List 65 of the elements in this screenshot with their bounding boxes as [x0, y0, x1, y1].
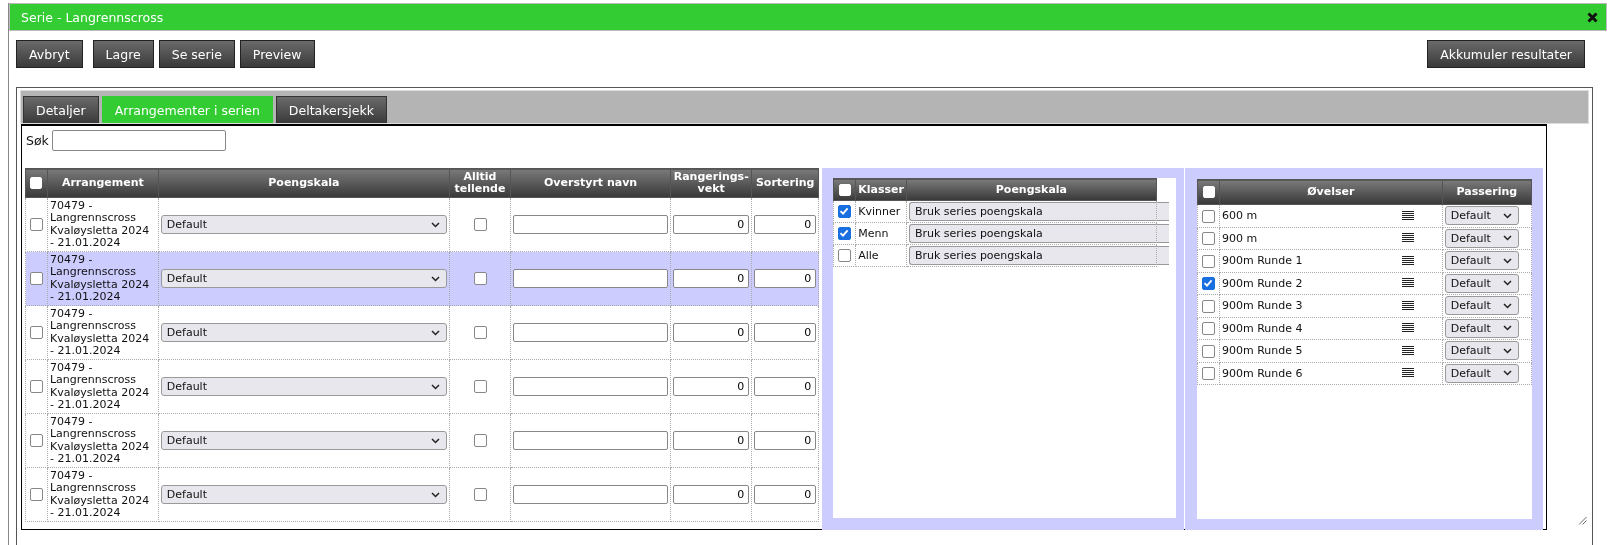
column-header: Arrangement — [47, 168, 159, 198]
table-cell: 900m Runde 2 — [1222, 276, 1303, 290]
number-field[interactable]: 0 — [754, 323, 817, 342]
dropdown[interactable]: Default — [160, 215, 448, 234]
column-header: Overstyrt navn — [510, 168, 671, 198]
column-header: Øvelser — [1219, 179, 1443, 205]
table-cell: 70479 - Langrennscross Kvaløysletta 2024 - 21.01.2024 — [47, 305, 159, 360]
dropdown[interactable]: Bruk series poengskala — [908, 224, 1169, 243]
column-header: Rangerings-vekt — [670, 168, 752, 198]
toolbar-button[interactable]: Preview — [239, 40, 315, 68]
dropdown[interactable]: Default — [1444, 273, 1519, 293]
number-field[interactable]: 0 — [673, 215, 750, 234]
table-cell: 900m Runde 3 — [1222, 299, 1303, 313]
column-header: Klasser — [855, 178, 907, 201]
column-header: Alltid tellende — [449, 168, 511, 198]
number-field[interactable]: 0 — [673, 431, 750, 450]
dropdown[interactable]: Default — [1444, 363, 1519, 383]
table-cell: 900m Runde 1 — [1222, 254, 1303, 268]
table-cell: Alle — [855, 244, 907, 267]
dropdown[interactable]: Default — [160, 431, 448, 450]
table-cell: 70479 - Langrennscross Kvaløysletta 2024 - 21.01.2024 — [47, 197, 159, 252]
dropdown[interactable]: Default — [1444, 296, 1519, 316]
number-field[interactable]: 0 — [754, 377, 817, 396]
window-title: Serie - Langrennscross — [21, 9, 164, 25]
table-cell: 900 m — [1222, 231, 1258, 245]
number-field[interactable]: 0 — [673, 323, 750, 342]
table-cell: Menn — [855, 222, 907, 245]
column-header: Poengskala — [906, 178, 1157, 201]
dropdown[interactable]: Default — [160, 485, 448, 504]
toolbar-button[interactable]: Se serie — [158, 40, 235, 68]
table-cell: 70479 - Langrennscross Kvaløysletta 2024 - 21.01.2024 — [47, 251, 159, 306]
number-field[interactable]: 0 — [754, 269, 817, 288]
dropdown[interactable]: Default — [1444, 318, 1519, 338]
table-cell: 600 m — [1222, 209, 1258, 223]
table-cell: 900m Runde 5 — [1222, 344, 1303, 358]
toolbar-button[interactable]: Akkumuler resultater — [1427, 40, 1585, 68]
column-header: Poengskala — [158, 168, 450, 198]
dropdown[interactable]: Default — [160, 377, 448, 396]
toolbar-button[interactable]: Lagre — [92, 40, 154, 68]
dropdown[interactable]: Default — [1444, 251, 1519, 271]
dropdown[interactable]: Bruk series poengskala — [908, 246, 1169, 265]
dropdown[interactable]: Default — [1444, 228, 1519, 248]
column-header: Passering — [1442, 179, 1532, 205]
number-field[interactable]: 0 — [754, 431, 817, 450]
number-field[interactable]: 0 — [754, 215, 817, 234]
table-cell: Kvinner — [855, 200, 907, 223]
tab[interactable]: Deltakersjekk — [275, 96, 387, 123]
dropdown[interactable]: Default — [1444, 341, 1519, 361]
dropdown[interactable]: Default — [1444, 206, 1519, 226]
table-cell: 900m Runde 6 — [1222, 366, 1303, 380]
table-cell: 70479 - Langrennscross Kvaløysletta 2024 - 21.01.2024 — [47, 467, 159, 522]
number-field[interactable]: 0 — [673, 377, 750, 396]
number-field[interactable]: 0 — [754, 485, 817, 504]
column-header: Sortering — [751, 168, 819, 198]
search-label: Søk — [26, 133, 49, 148]
number-field[interactable]: 0 — [673, 485, 750, 504]
number-field[interactable]: 0 — [673, 269, 750, 288]
table-cell: 70479 - Langrennscross Kvaløysletta 2024 - 21.01.2024 — [47, 413, 159, 468]
dropdown[interactable]: Default — [160, 269, 448, 288]
table-cell: 900m Runde 4 — [1222, 321, 1303, 335]
tab[interactable]: Detaljer — [23, 96, 99, 123]
toolbar-button[interactable]: Avbryt — [16, 40, 83, 68]
dropdown[interactable]: Default — [160, 323, 448, 342]
dropdown[interactable]: Bruk series poengskala — [908, 202, 1169, 221]
table-cell: 70479 - Langrennscross Kvaløysletta 2024 - 21.01.2024 — [47, 359, 159, 414]
